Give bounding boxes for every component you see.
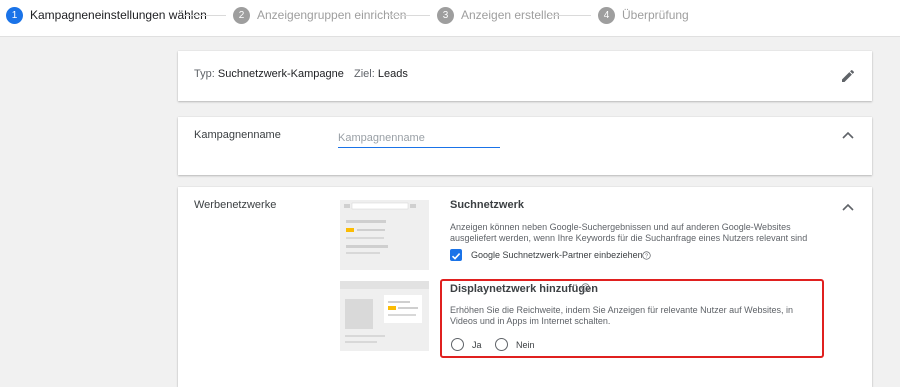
help-icon[interactable]: ? <box>642 251 651 260</box>
display-network-description: Erhöhen Sie die Reichweite, indem Sie An… <box>450 305 794 326</box>
campaign-goal-value: Leads <box>377 68 408 80</box>
step-1[interactable]: 1 Kampagneneinstellungen wählen <box>6 6 207 24</box>
chevron-up-icon[interactable] <box>842 131 854 139</box>
search-network-description: Anzeigen können neben Google-Suchergebni… <box>450 222 808 243</box>
campaign-type-key: Typ: <box>194 68 215 80</box>
step-connector <box>388 15 430 16</box>
display-network-no-option[interactable]: Nein <box>495 338 535 351</box>
radio-yes[interactable] <box>451 338 464 351</box>
step-number: 1 <box>6 6 23 24</box>
campaign-type: Typ: Suchnetzwerk-Kampagne <box>194 68 344 80</box>
step-number: 2 <box>233 6 250 24</box>
networks-card: Werbenetzwerke Suchnetzwerk Anzeigen kön… <box>178 187 872 387</box>
step-number: 3 <box>437 6 454 24</box>
step-label: Kampagneneinstellungen wählen <box>30 8 207 22</box>
edit-pencil-icon[interactable] <box>840 68 856 84</box>
radio-no-label: Nein <box>516 339 535 350</box>
step-connector <box>184 15 226 16</box>
svg-text:?: ? <box>645 254 648 260</box>
radio-no[interactable] <box>495 338 508 351</box>
step-connector <box>549 15 591 16</box>
search-partners-label: Google Suchnetzwerk-Partner einbeziehen <box>471 250 643 260</box>
display-network-illustration <box>340 281 429 351</box>
campaign-name-input[interactable] <box>338 129 500 148</box>
radio-yes-label: Ja <box>472 339 482 350</box>
networks-label: Werbenetzwerke <box>194 199 277 211</box>
campaign-summary-card: Typ: Suchnetzwerk-Kampagne Ziel: Leads <box>178 51 872 101</box>
campaign-name-label: Kampagnenname <box>194 129 281 141</box>
step-label: Anzeigengruppen einrichten <box>257 8 407 22</box>
display-network-yes-option[interactable]: Ja <box>451 338 482 351</box>
campaign-type-value: Suchnetzwerk-Kampagne <box>217 68 344 80</box>
stepper: 1 Kampagneneinstellungen wählen 2 Anzeig… <box>0 0 900 37</box>
help-icon[interactable]: ? <box>581 283 590 292</box>
search-partners-checkbox[interactable] <box>450 249 462 261</box>
svg-text:?: ? <box>584 286 587 292</box>
search-network-illustration <box>340 200 429 270</box>
campaign-goal: Ziel: Leads <box>354 68 408 80</box>
step-label: Anzeigen erstellen <box>461 8 560 22</box>
search-network-title: Suchnetzwerk <box>450 199 524 211</box>
campaign-name-card: Kampagnenname <box>178 117 872 175</box>
step-3[interactable]: 3 Anzeigen erstellen <box>437 6 560 24</box>
chevron-up-icon[interactable] <box>842 203 854 211</box>
campaign-goal-key: Ziel: <box>354 68 375 80</box>
step-4[interactable]: 4 Überprüfung <box>598 6 689 24</box>
step-number: 4 <box>598 6 615 24</box>
display-network-title: Displaynetzwerk hinzufügen <box>450 283 598 295</box>
step-label: Überprüfung <box>622 8 689 22</box>
step-2[interactable]: 2 Anzeigengruppen einrichten <box>233 6 406 24</box>
check-icon <box>451 253 461 260</box>
